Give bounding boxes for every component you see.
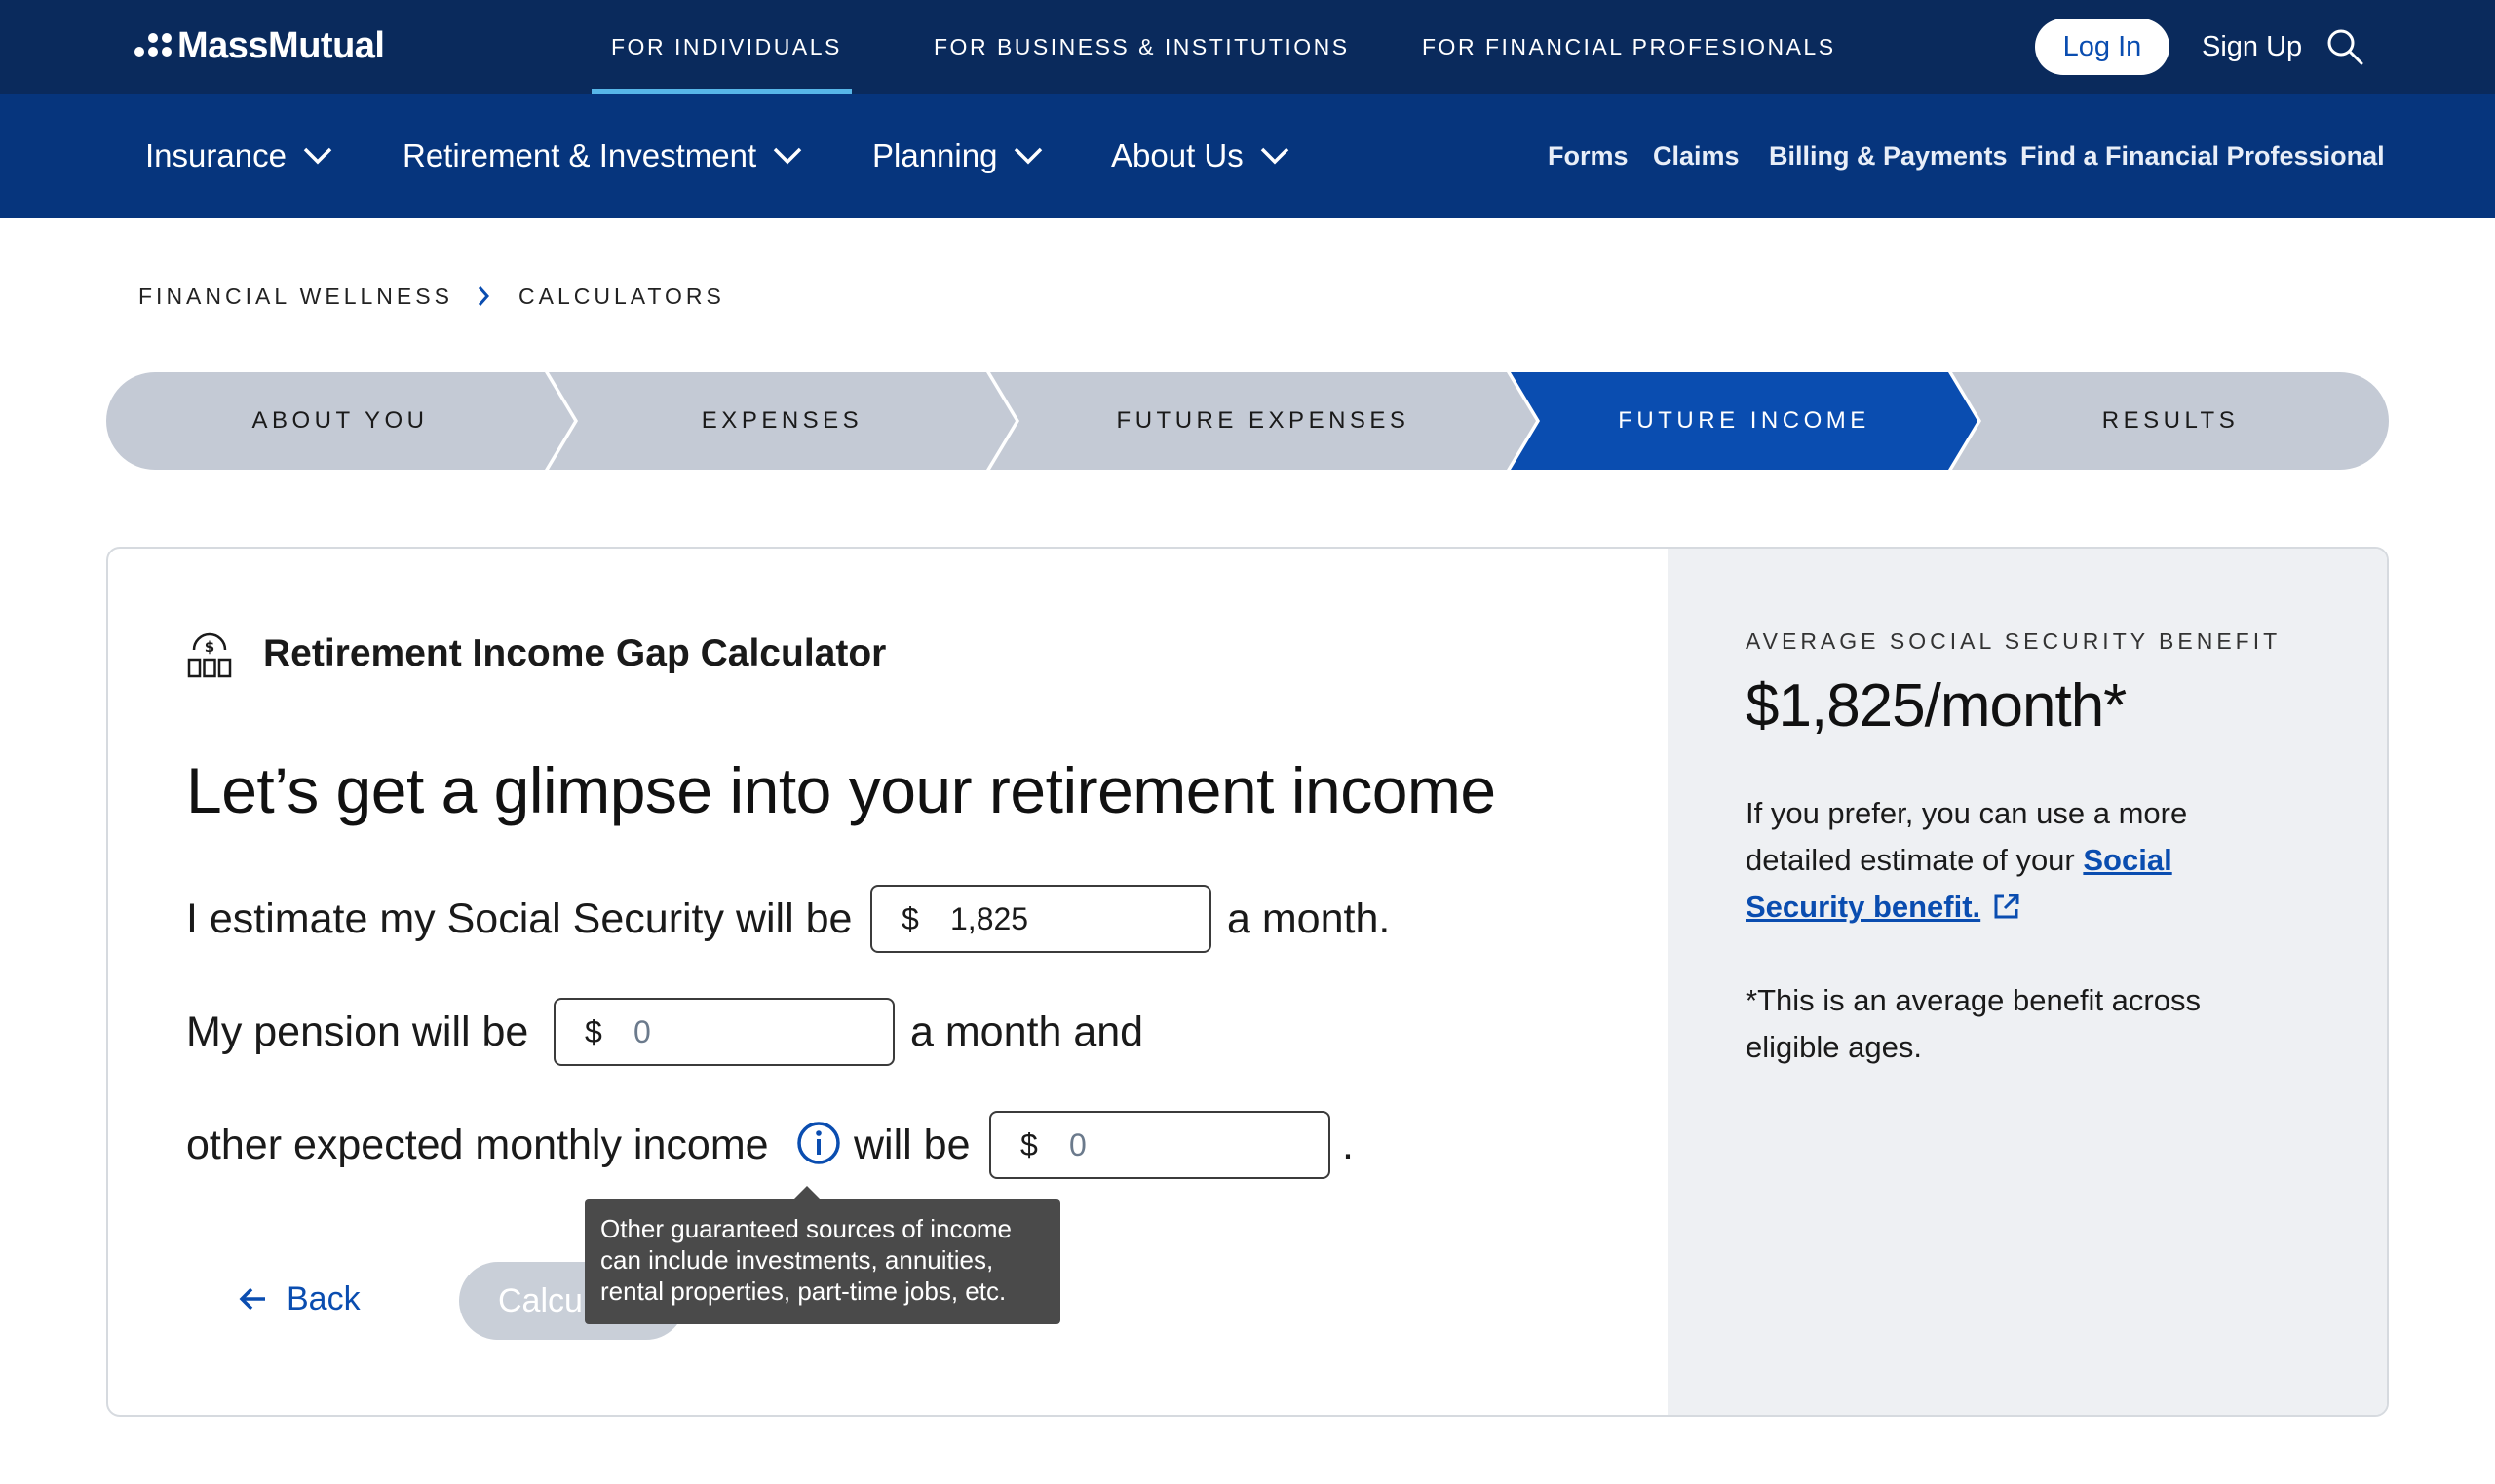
utility-link-claims[interactable]: Claims	[1653, 94, 1740, 218]
social-security-prefix: I estimate my Social Security will be	[186, 894, 853, 942]
chevron-down-icon	[303, 147, 332, 165]
audience-tab-label: FOR FINANCIAL PROFESIONALS	[1422, 33, 1836, 59]
pension-prefix: My pension will be	[186, 1008, 529, 1055]
social-security-suffix: a month.	[1227, 894, 1391, 942]
nav-item-label: Planning	[872, 137, 998, 173]
calculator-card: $ Retirement Income Gap Calculator Let’s…	[106, 547, 2389, 1417]
pension-field[interactable]: $	[554, 998, 895, 1066]
other-income-prefix: other expected monthly income	[186, 1121, 769, 1168]
logo-dots-icon	[134, 31, 173, 60]
income-tooltip: Other guaranteed sources of income can i…	[585, 1186, 1060, 1324]
audience-tab-individuals[interactable]: FOR INDIVIDUALS	[592, 0, 852, 94]
step-expenses[interactable]: EXPENSES	[549, 372, 1016, 470]
other-income-input[interactable]	[1069, 1126, 1303, 1163]
audience-tab-financial-professionals[interactable]: FOR FINANCIAL PROFESIONALS	[1422, 0, 1836, 94]
step-about-you[interactable]: ABOUT YOU	[106, 372, 574, 470]
top-bar: MassMutual FOR INDIVIDUALS FOR BUSINESS …	[0, 0, 2495, 94]
retirement-calculator-icon: $	[187, 632, 232, 678]
other-income-middle: will be	[854, 1121, 971, 1168]
info-icon[interactable]	[796, 1121, 841, 1165]
social-security-field[interactable]: $	[870, 885, 1211, 953]
pension-input[interactable]	[633, 1013, 867, 1050]
nav-item-label: Retirement & Investment	[403, 137, 757, 173]
currency-symbol: $	[902, 900, 919, 936]
currency-symbol: $	[1020, 1126, 1038, 1162]
massmutual-logo[interactable]: MassMutual	[134, 21, 385, 70]
benefit-footnote: *This is an average benefit across eligi…	[1746, 983, 2201, 1064]
step-future-expenses[interactable]: FUTURE EXPENSES	[990, 372, 1536, 470]
page-headline: Let’s get a glimpse into your retirement…	[186, 754, 1496, 826]
audience-tab-business[interactable]: FOR BUSINESS & INSTITUTIONS	[934, 0, 1350, 94]
nav-item-planning[interactable]: Planning	[872, 94, 1044, 218]
average-benefit-label: AVERAGE SOCIAL SECURITY BENEFIT	[1746, 628, 2282, 654]
nav-item-about-us[interactable]: About Us	[1111, 94, 1290, 218]
nav-item-retirement-investment[interactable]: Retirement & Investment	[403, 94, 803, 218]
nav-item-insurance[interactable]: Insurance	[145, 94, 333, 218]
average-benefit-value: $1,825/month*	[1746, 672, 2127, 740]
audience-tab-label: FOR BUSINESS & INSTITUTIONS	[934, 33, 1350, 59]
chevron-down-icon	[773, 147, 802, 165]
social-security-input[interactable]	[950, 900, 1184, 937]
chevron-down-icon	[1260, 147, 1288, 165]
nav-item-label: Insurance	[145, 137, 287, 173]
utility-link-billing-payments[interactable]: Billing & Payments	[1769, 94, 2008, 218]
progress-stepper: ABOUT YOU EXPENSES FUTURE EXPENSES FUTUR…	[106, 372, 2389, 470]
svg-text:$: $	[205, 638, 214, 656]
main-nav: Insurance Retirement & Investment Planni…	[0, 94, 2495, 218]
external-link-icon[interactable]	[1992, 892, 2021, 921]
login-button[interactable]: Log In	[2035, 19, 2169, 75]
currency-symbol: $	[585, 1013, 602, 1049]
back-button[interactable]: Back	[238, 1270, 361, 1328]
brand-name: MassMutual	[177, 24, 385, 66]
chevron-right-icon	[478, 286, 490, 306]
audience-tab-label: FOR INDIVIDUALS	[611, 33, 842, 59]
utility-link-find-professional[interactable]: Find a Financial Professional	[2020, 94, 2385, 218]
signup-link[interactable]: Sign Up	[2202, 19, 2302, 75]
other-income-field[interactable]: $	[989, 1111, 1330, 1179]
back-label: Back	[287, 1279, 361, 1317]
chevron-down-icon	[1015, 147, 1043, 165]
nav-item-label: About Us	[1111, 137, 1244, 173]
step-results[interactable]: RESULTS	[1952, 372, 2389, 470]
calculator-title: Retirement Income Gap Calculator	[263, 632, 887, 674]
utility-link-forms[interactable]: Forms	[1548, 94, 1629, 218]
search-icon[interactable]	[2325, 27, 2364, 66]
arrow-left-icon	[239, 1287, 265, 1311]
breadcrumb-financial-wellness[interactable]: FINANCIAL WELLNESS	[138, 279, 453, 314]
benefit-description: If you prefer, you can use a more detail…	[1746, 790, 2291, 931]
step-future-income[interactable]: FUTURE INCOME	[1511, 372, 1977, 470]
breadcrumb-calculators[interactable]: CALCULATORS	[518, 279, 725, 314]
other-income-suffix: .	[1342, 1121, 1354, 1168]
pension-suffix: a month and	[910, 1008, 1144, 1055]
info-side-panel: AVERAGE SOCIAL SECURITY BENEFIT $1,825/m…	[1668, 549, 2387, 1415]
